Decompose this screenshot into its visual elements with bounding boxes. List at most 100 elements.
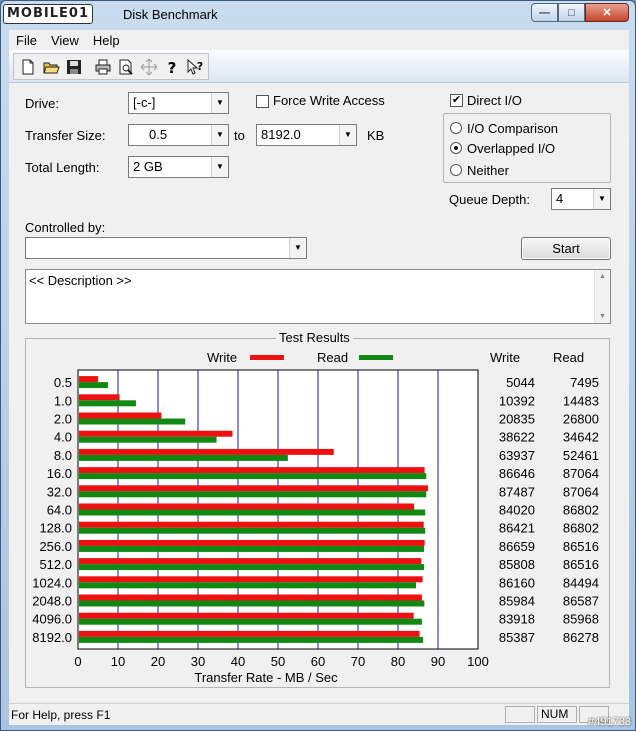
read-bar [79,454,288,461]
title-bar[interactable]: MOBILE01 Disk Benchmark — □ ✕ [1,1,635,29]
write-bar [79,448,334,455]
x-tick-label: 30 [191,654,205,669]
write-value: 86160 [499,575,535,590]
menu-bar: File View Help [9,30,629,50]
read-value: 34642 [563,430,599,445]
menu-view[interactable]: View [44,33,86,48]
chevron-down-icon[interactable]: ▼ [211,93,228,113]
client-area: Drive: [-c-] ▼ Force Write Access ✔ Dire… [9,83,629,703]
read-value: 85968 [563,612,599,627]
read-value: 86516 [563,539,599,554]
chevron-down-icon[interactable]: ▼ [339,125,356,145]
print-preview-icon[interactable] [114,56,137,78]
category-label: 4.0 [54,430,72,445]
scroll-down-icon[interactable]: ▼ [599,313,606,320]
chevron-down-icon[interactable]: ▼ [593,189,610,209]
x-tick-label: 100 [467,654,489,669]
write-bar [79,412,162,419]
maximize-button[interactable]: □ [558,3,585,22]
write-bar [79,630,420,637]
read-bar [79,545,425,552]
read-bar [79,509,426,516]
total-length-value: 2 GB [133,159,163,174]
read-bar [79,400,136,407]
write-value: 85984 [499,594,535,609]
minimize-button[interactable]: — [531,3,558,22]
context-help-icon[interactable]: ? [183,56,206,78]
overlapped-io-label[interactable]: Overlapped I/O [467,141,555,156]
force-write-checkbox[interactable] [256,95,269,108]
read-bar [79,564,425,571]
queue-depth-select[interactable]: 4 ▼ [551,188,611,210]
write-bar [79,521,424,528]
write-value: 85808 [499,557,535,572]
write-value: 86421 [499,521,535,536]
write-value: 87487 [499,484,535,499]
x-axis-label: Transfer Rate - MB / Sec [194,670,338,685]
write-bar [79,376,99,383]
controlled-by-select[interactable]: ▼ [25,237,307,259]
close-button[interactable]: ✕ [585,3,629,22]
transfer-to-value: 8192.0 [261,127,301,142]
category-label: 64.0 [47,503,72,518]
transfer-to-select[interactable]: 8192.0 ▼ [256,124,357,146]
neither-label[interactable]: Neither [467,163,509,178]
description-memo[interactable]: << Description >> ▲ ▼ [25,269,611,324]
scroll-up-icon[interactable]: ▲ [599,273,606,280]
read-value: 84494 [563,575,599,590]
write-bar [79,394,120,401]
radio-io-comparison[interactable] [450,122,462,134]
menu-help[interactable]: Help [86,33,127,48]
write-value: 10392 [499,393,535,408]
x-tick-label: 90 [431,654,445,669]
io-comparison-label[interactable]: I/O Comparison [467,121,558,136]
radio-neither[interactable] [450,164,462,176]
write-bar [79,503,415,510]
write-bar [79,558,422,565]
category-label: 32.0 [47,484,72,499]
watermark: #491733 [588,716,631,728]
open-icon[interactable] [39,56,62,78]
category-label: 128.0 [39,521,72,536]
read-bar [79,582,416,589]
status-help-text: For Help, press F1 [11,708,111,722]
transfer-from-select[interactable]: 0.5 ▼ [128,124,229,146]
read-bar [79,436,217,443]
chevron-down-icon[interactable]: ▼ [289,238,306,258]
x-tick-label: 0 [74,654,81,669]
read-bar [79,636,424,643]
new-icon[interactable] [16,56,39,78]
force-write-label[interactable]: Force Write Access [273,93,385,108]
print-icon[interactable] [91,56,114,78]
total-length-label: Total Length: [25,160,100,175]
to-label: to [234,128,245,143]
read-value: 86587 [563,594,599,609]
window-title: Disk Benchmark [123,7,218,22]
read-value: 86802 [563,521,599,536]
write-value: 5044 [506,375,535,390]
chevron-down-icon[interactable]: ▼ [211,125,228,145]
save-icon[interactable] [62,56,85,78]
x-tick-label: 50 [271,654,285,669]
move-icon[interactable] [137,56,160,78]
read-value: 26800 [563,412,599,427]
direct-io-checkbox[interactable]: ✔ [450,94,463,107]
menu-file[interactable]: File [9,33,44,48]
category-label: 16.0 [47,466,72,481]
direct-io-label[interactable]: Direct I/O [467,93,522,108]
chevron-down-icon[interactable]: ▼ [211,157,228,177]
status-num: NUM [537,706,577,723]
description-scrollbar[interactable]: ▲ ▼ [594,270,610,323]
category-label: 8.0 [54,448,72,463]
total-length-select[interactable]: 2 GB ▼ [128,156,229,178]
mobile01-logo: MOBILE01 [3,4,93,24]
write-bar [79,576,423,583]
help-icon[interactable]: ? [160,56,183,78]
write-bar [79,594,422,601]
radio-overlapped-io[interactable] [450,142,462,154]
drive-select[interactable]: [-c-] ▼ [128,92,229,114]
read-value: 7495 [570,375,599,390]
start-button[interactable]: Start [521,237,611,260]
read-value: 87064 [563,466,599,481]
category-label: 8192.0 [32,630,72,645]
